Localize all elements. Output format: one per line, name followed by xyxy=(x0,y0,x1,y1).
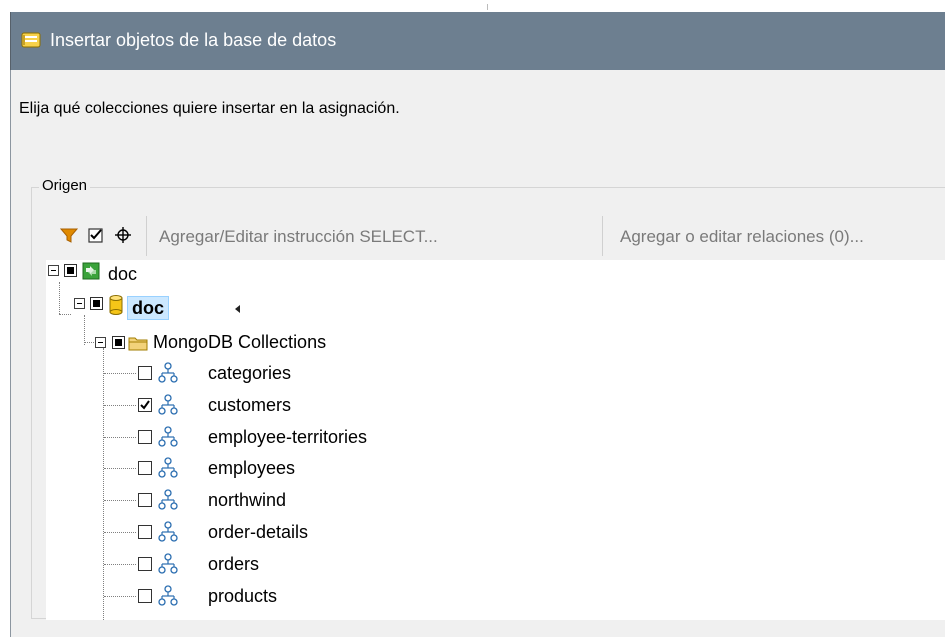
collection-checkbox[interactable] xyxy=(138,525,152,539)
select-statement-button[interactable]: Agregar/Editar instrucción SELECT... xyxy=(159,227,438,247)
tree-connector xyxy=(104,500,136,501)
collection-label[interactable]: customers xyxy=(208,394,291,416)
collection-hierarchy-icon xyxy=(158,457,178,478)
filter-icon[interactable] xyxy=(58,224,80,246)
toolbar-separator xyxy=(146,216,147,256)
tree-root-label[interactable]: doc xyxy=(108,263,137,285)
folder-checkbox[interactable] xyxy=(112,336,125,349)
collection-checkbox[interactable] xyxy=(138,430,152,444)
crosshair-icon[interactable] xyxy=(112,224,134,246)
check-icon[interactable] xyxy=(85,224,107,246)
relations-button[interactable]: Agregar o editar relaciones (0)... xyxy=(620,227,864,247)
collection-hierarchy-icon xyxy=(158,362,178,383)
instruction-text: Elija qué colecciones quiere insertar en… xyxy=(19,100,400,117)
collection-checkbox[interactable] xyxy=(138,461,152,475)
source-toolbar: Agregar/Editar instrucción SELECT... Agr… xyxy=(46,212,945,260)
database-checkbox[interactable] xyxy=(90,297,103,310)
toolbar-separator xyxy=(602,216,603,256)
database-icon xyxy=(109,295,123,315)
collection-hierarchy-icon xyxy=(158,553,178,574)
tree-connector xyxy=(104,437,136,438)
source-tree[interactable]: doc doc MongoDB Collections categories cu… xyxy=(46,260,945,620)
collection-label[interactable]: employee-territories xyxy=(208,426,367,448)
collection-hierarchy-icon xyxy=(158,394,178,415)
collection-label[interactable]: order-details xyxy=(208,521,308,543)
collection-hierarchy-icon xyxy=(158,585,178,606)
collection-hierarchy-icon xyxy=(158,521,178,542)
tree-connector xyxy=(103,348,104,620)
tree-connector xyxy=(59,282,60,314)
dialog-title: Insertar objetos de la base de datos xyxy=(50,30,337,50)
tree-connector xyxy=(104,596,136,597)
collection-label[interactable]: products xyxy=(208,585,277,607)
collection-checkbox[interactable] xyxy=(138,366,152,380)
collection-label[interactable]: categories xyxy=(208,362,291,384)
collection-checkbox[interactable] xyxy=(138,493,152,507)
root-checkbox[interactable] xyxy=(64,264,77,277)
window-edge-tick xyxy=(487,4,488,10)
connection-icon xyxy=(82,262,100,280)
selection-pointer-icon xyxy=(235,305,240,313)
database-window-icon xyxy=(21,32,41,48)
folder-icon xyxy=(128,337,148,351)
collection-checkbox[interactable] xyxy=(138,589,152,603)
collection-label[interactable]: northwind xyxy=(208,489,286,511)
source-group-label: Origen xyxy=(39,177,91,194)
collection-label[interactable]: employees xyxy=(208,457,295,479)
tree-connector xyxy=(84,315,85,345)
database-expander[interactable] xyxy=(74,298,85,309)
folder-label[interactable]: MongoDB Collections xyxy=(153,331,326,353)
collection-label[interactable]: orders xyxy=(208,553,259,575)
tree-connector xyxy=(104,532,136,533)
root-expander[interactable] xyxy=(48,265,59,276)
tree-connector xyxy=(59,314,71,315)
database-label-selected[interactable]: doc xyxy=(127,296,170,320)
tree-connector xyxy=(104,373,136,374)
tree-connector xyxy=(104,405,136,406)
collection-hierarchy-icon xyxy=(158,426,178,447)
collection-checkbox[interactable] xyxy=(138,398,152,412)
tree-connector xyxy=(104,564,136,565)
tree-connector xyxy=(104,468,136,469)
folder-expander[interactable] xyxy=(95,337,106,348)
collection-hierarchy-icon xyxy=(158,489,178,510)
collection-checkbox[interactable] xyxy=(138,557,152,571)
